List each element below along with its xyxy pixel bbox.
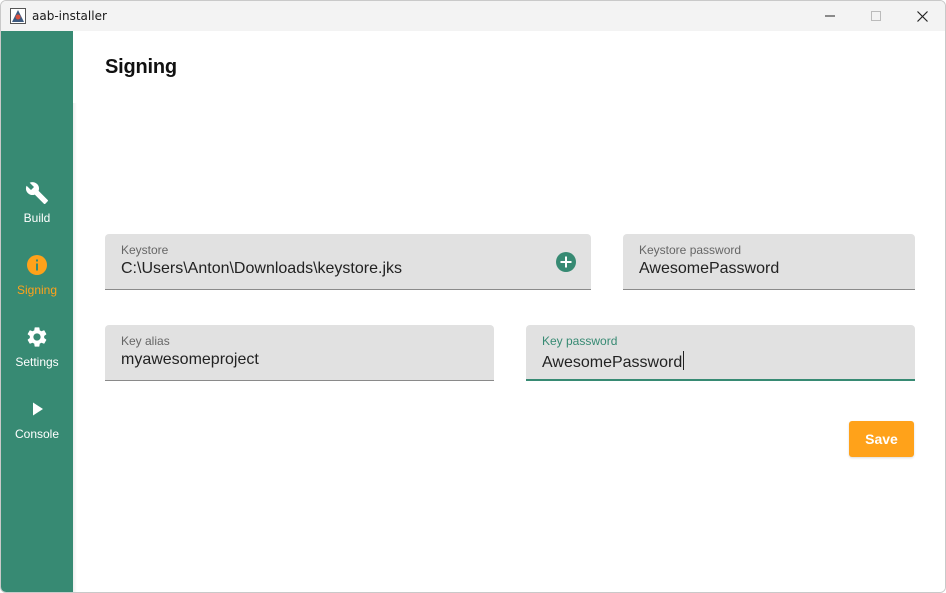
main-content: Signing Keystore C:\Users\Anton\Download… [73, 31, 945, 592]
wrench-icon [25, 182, 48, 204]
window-title: aab-installer [32, 9, 107, 23]
maximize-icon [871, 11, 881, 21]
play-icon [33, 402, 43, 416]
key-password-label: Key password [542, 334, 618, 348]
sidebar-item-signing[interactable]: Signing [1, 253, 73, 321]
key-password-input-wrap[interactable]: AwesomePassword [542, 351, 685, 372]
add-circle-icon[interactable] [555, 251, 577, 273]
key-alias-field[interactable]: Key alias myawesomeproject [105, 325, 494, 381]
sidebar: Build Signing Settings Console [1, 31, 73, 592]
sidebar-item-label: Build [23, 211, 51, 225]
sidebar-item-label: Console [14, 427, 60, 441]
keystore-password-input[interactable]: AwesomePassword [639, 260, 779, 278]
key-alias-input[interactable]: myawesomeproject [121, 351, 259, 369]
close-button[interactable] [899, 1, 945, 31]
sidebar-item-console[interactable]: Console [1, 397, 73, 465]
keystore-input[interactable]: C:\Users\Anton\Downloads\keystore.jks [121, 260, 402, 278]
sidebar-item-label: Settings [15, 355, 59, 369]
sidebar-item-label: Signing [16, 283, 58, 297]
maximize-button[interactable] [853, 1, 899, 31]
info-icon [27, 255, 47, 275]
minimize-icon [825, 15, 835, 17]
keystore-password-field[interactable]: Keystore password AwesomePassword [623, 234, 915, 290]
keystore-label: Keystore [121, 243, 169, 257]
text-caret [683, 351, 685, 370]
minimize-button[interactable] [807, 1, 853, 31]
sidebar-item-settings[interactable]: Settings [1, 325, 73, 393]
keystore-password-label: Keystore password [639, 243, 742, 257]
gear-icon [27, 327, 47, 347]
key-password-field[interactable]: Key password AwesomePassword [526, 325, 915, 381]
key-alias-label: Key alias [121, 334, 170, 348]
title-bar[interactable]: aab-installer [1, 1, 945, 31]
app-icon [10, 8, 26, 24]
page-title: Signing [105, 56, 177, 78]
key-password-input[interactable]: AwesomePassword [542, 354, 682, 371]
keystore-field[interactable]: Keystore C:\Users\Anton\Downloads\keysto… [105, 234, 591, 290]
save-button[interactable]: Save [849, 421, 914, 457]
app-window: aab-installer Build Signing Settings Con… [0, 0, 946, 593]
close-icon [917, 11, 928, 22]
sidebar-item-build[interactable]: Build [1, 181, 73, 249]
